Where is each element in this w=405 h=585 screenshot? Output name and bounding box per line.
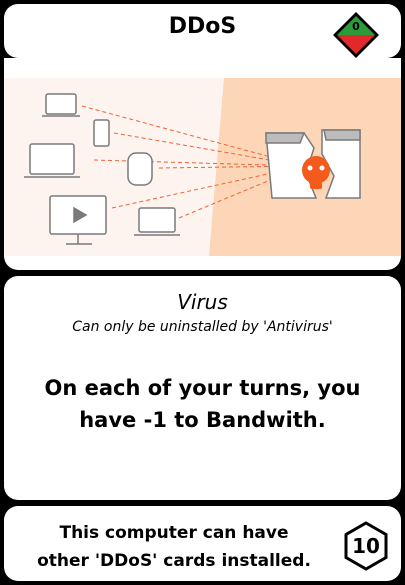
card-footer-text: This computer can have other 'DDoS' card…	[14, 519, 334, 575]
ddos-illustration	[4, 78, 401, 256]
card-type: Virus	[177, 290, 228, 314]
laptop-icon	[42, 93, 80, 117]
card-effect: On each of your turns, you have -1 to Ba…	[44, 376, 361, 432]
cost-diamond-icon: 0	[333, 12, 379, 58]
laptop-icon	[24, 143, 80, 178]
footer-line-1: This computer can have	[59, 523, 289, 543]
cost-value: 0	[352, 20, 360, 33]
card-value: 10	[352, 534, 380, 558]
laptop-icon	[134, 207, 180, 236]
phone-icon	[93, 119, 110, 147]
footer-line-2: other 'DDoS' cards installed.	[37, 551, 311, 571]
smart-speaker-icon	[127, 152, 153, 186]
card-restriction: Can only be uninstalled by 'Antivirus'	[72, 319, 333, 335]
